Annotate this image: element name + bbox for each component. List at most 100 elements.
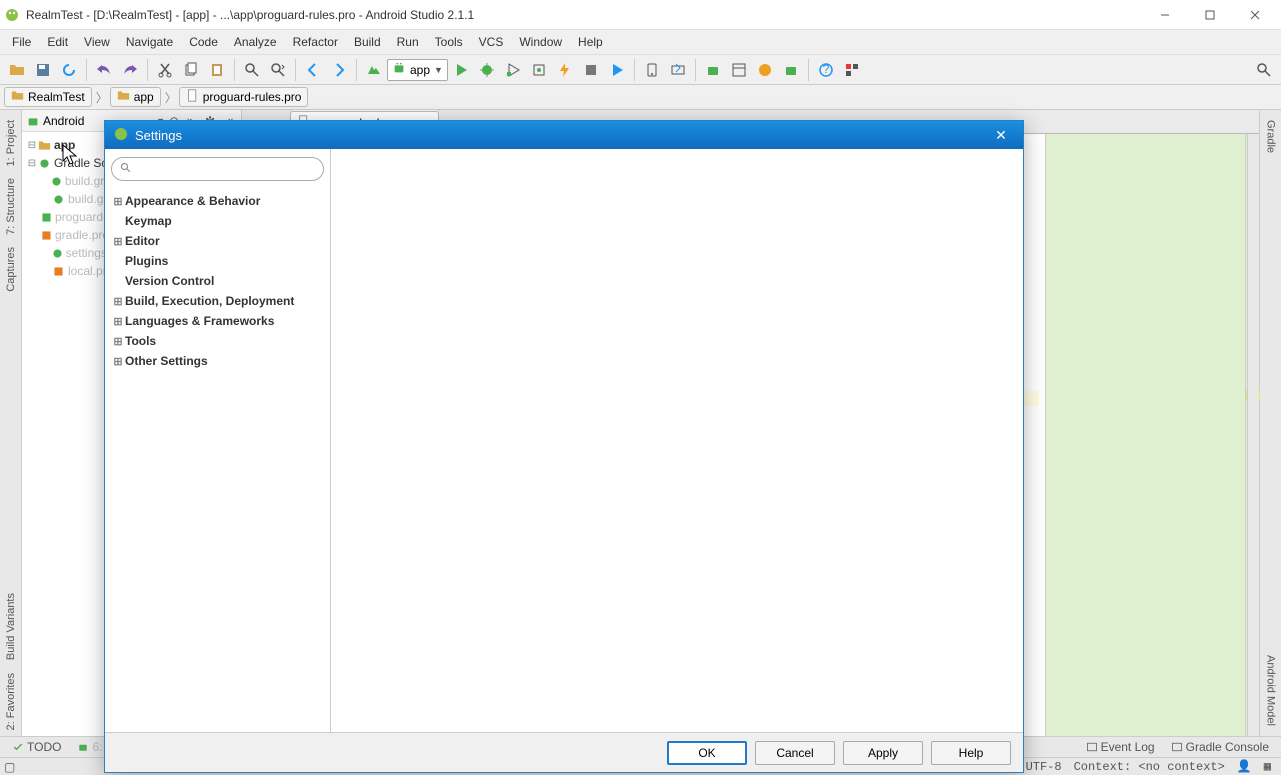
app-icon [4, 7, 20, 23]
tab-structure[interactable]: 7: Structure [5, 178, 17, 235]
tab-project[interactable]: 1: Project [5, 120, 17, 166]
cat-editor[interactable]: ⊞Editor [111, 231, 324, 251]
error-stripe[interactable] [1245, 134, 1259, 736]
tab-favorites[interactable]: 2: Favorites [5, 673, 17, 730]
run-icon[interactable] [449, 58, 473, 82]
minimize-button[interactable] [1142, 1, 1187, 29]
search-everywhere-icon[interactable] [1252, 58, 1276, 82]
settings-titlebar[interactable]: Settings ✕ [105, 121, 1023, 149]
menu-navigate[interactable]: Navigate [118, 33, 181, 51]
back-icon[interactable] [301, 58, 325, 82]
menu-tools[interactable]: Tools [427, 33, 471, 51]
tab-event-log[interactable]: Event Log [1086, 740, 1155, 754]
layout-inspector-icon[interactable] [727, 58, 751, 82]
menu-vcs[interactable]: VCS [471, 33, 512, 51]
cat-tools[interactable]: ⊞Tools [111, 331, 324, 351]
redo-icon[interactable] [118, 58, 142, 82]
menu-window[interactable]: Window [511, 33, 570, 51]
window-title: RealmTest - [D:\RealmTest] - [app] - ...… [26, 8, 1142, 22]
run-coverage-icon[interactable] [501, 58, 525, 82]
project-structure-icon[interactable] [840, 58, 864, 82]
settings-close-button[interactable]: ✕ [987, 127, 1015, 144]
settings-icon [113, 126, 129, 145]
restart-icon[interactable] [605, 58, 629, 82]
android-monitor-icon[interactable] [701, 58, 725, 82]
svg-text:?: ? [823, 62, 830, 76]
menu-analyze[interactable]: Analyze [226, 33, 285, 51]
tab-build-variants[interactable]: Build Variants [5, 593, 17, 660]
right-tool-tabs: Gradle Android Model [1259, 110, 1281, 736]
context-indicator[interactable]: Context: <no context> [1074, 760, 1225, 774]
theme-editor-icon[interactable] [753, 58, 777, 82]
apply-button[interactable]: Apply [843, 741, 923, 765]
cat-appearance[interactable]: ⊞Appearance & Behavior [111, 191, 324, 211]
sdk-manager-icon[interactable] [666, 58, 690, 82]
debug-icon[interactable] [475, 58, 499, 82]
menu-code[interactable]: Code [181, 33, 226, 51]
breadcrumb-module[interactable]: app [110, 87, 161, 107]
ok-button[interactable]: OK [667, 741, 747, 765]
file-icon [186, 89, 199, 105]
copy-icon[interactable] [179, 58, 203, 82]
scrollbar[interactable] [1247, 134, 1259, 736]
cat-keymap[interactable]: Keymap [111, 211, 324, 231]
sync-icon[interactable] [57, 58, 81, 82]
paste-icon[interactable] [205, 58, 229, 82]
breadcrumb-root[interactable]: RealmTest [4, 87, 92, 107]
help-button[interactable]: Help [931, 741, 1011, 765]
android2-icon[interactable] [779, 58, 803, 82]
find-icon[interactable] [240, 58, 264, 82]
menu-view[interactable]: View [76, 33, 118, 51]
cat-build[interactable]: ⊞Build, Execution, Deployment [111, 291, 324, 311]
menu-build[interactable]: Build [346, 33, 389, 51]
cat-plugins[interactable]: Plugins [111, 251, 324, 271]
settings-content [331, 149, 1023, 732]
maximize-button[interactable] [1187, 1, 1232, 29]
avd-manager-icon[interactable] [640, 58, 664, 82]
menu-refactor[interactable]: Refactor [285, 33, 346, 51]
settings-search-field[interactable] [111, 157, 324, 181]
status-bar-icon[interactable]: ▢ [4, 760, 15, 774]
menu-run[interactable]: Run [389, 33, 427, 51]
tab-gradle[interactable]: Gradle [1265, 120, 1277, 153]
tab-captures[interactable]: Captures [5, 247, 17, 292]
close-button[interactable] [1232, 1, 1277, 29]
cancel-button[interactable]: Cancel [755, 741, 835, 765]
help-icon[interactable]: ? [814, 58, 838, 82]
cut-icon[interactable] [153, 58, 177, 82]
settings-search-input[interactable] [136, 162, 315, 176]
menu-file[interactable]: File [4, 33, 39, 51]
replace-icon[interactable] [266, 58, 290, 82]
settings-nav-panel: ⊞Appearance & Behavior Keymap ⊞Editor Pl… [105, 149, 331, 732]
attach-debugger-icon[interactable] [527, 58, 551, 82]
menu-edit[interactable]: Edit [39, 33, 76, 51]
cat-other[interactable]: ⊞Other Settings [111, 351, 324, 371]
make-icon[interactable] [362, 58, 386, 82]
android-icon [392, 61, 406, 78]
left-tool-tabs: 1: Project 7: Structure Captures Build V… [0, 110, 22, 736]
memory-indicator[interactable]: ▦ [1264, 759, 1271, 774]
undo-icon[interactable] [92, 58, 116, 82]
folder-icon [11, 89, 24, 105]
settings-dialog: Settings ✕ ⊞Appearance & Behavior Keymap… [104, 120, 1024, 773]
stop-icon[interactable] [579, 58, 603, 82]
tab-gradle-console[interactable]: Gradle Console [1171, 740, 1269, 754]
search-icon [120, 162, 132, 177]
overview-stripe [1045, 134, 1245, 736]
cat-lang[interactable]: ⊞Languages & Frameworks [111, 311, 324, 331]
breadcrumb-file[interactable]: proguard-rules.pro [179, 87, 309, 107]
tab-todo[interactable]: TODO [12, 740, 61, 754]
window-titlebar: RealmTest - [D:\RealmTest] - [app] - ...… [0, 0, 1281, 30]
settings-title: Settings [135, 128, 987, 143]
forward-icon[interactable] [327, 58, 351, 82]
run-config-selector[interactable]: app ▼ [387, 59, 448, 81]
file-encoding[interactable]: UTF-8 [1026, 760, 1062, 774]
instant-run-icon[interactable] [553, 58, 577, 82]
cat-vcs[interactable]: Version Control [111, 271, 324, 291]
save-icon[interactable] [31, 58, 55, 82]
menu-help[interactable]: Help [570, 33, 611, 51]
tab-android-model[interactable]: Android Model [1265, 655, 1277, 726]
open-icon[interactable] [5, 58, 29, 82]
inspection-icon[interactable]: 👤 [1237, 759, 1252, 774]
folder-icon [117, 89, 130, 105]
